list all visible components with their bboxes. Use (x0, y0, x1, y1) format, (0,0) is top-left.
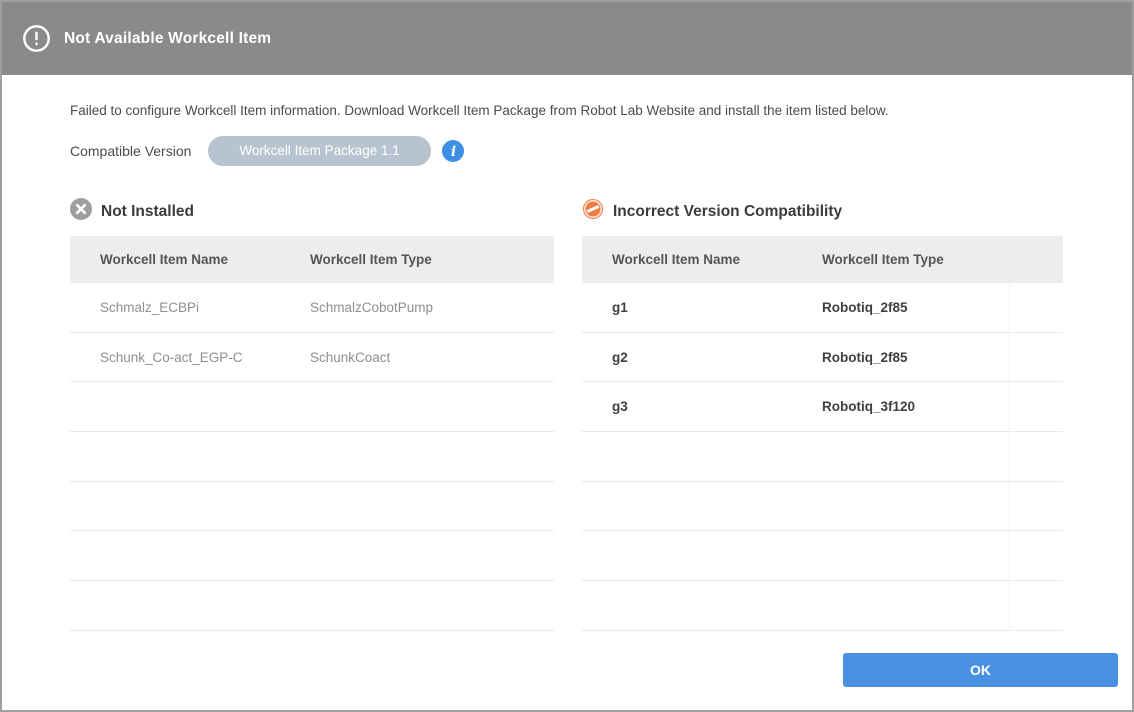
empty-table-row (582, 482, 1063, 532)
item-name-cell: Schmalz_ECBPi (70, 300, 310, 315)
item-name-cell: g2 (582, 350, 822, 365)
table-header-row: Workcell Item Name Workcell Item Type (582, 236, 1063, 283)
empty-table-row (70, 581, 554, 631)
empty-table-row (582, 581, 1063, 631)
dialog-footer: OK (2, 653, 1118, 687)
incorrect-version-panel: Incorrect Version Compatibility Workcell… (582, 198, 1063, 631)
table-row: Schunk_Co-act_EGP-C SchunkCoact (70, 333, 554, 383)
item-type-cell: SchmalzCobotPump (310, 300, 554, 315)
package-version-badge: Workcell Item Package 1.1 (208, 136, 430, 166)
item-name-cell: Schunk_Co-act_EGP-C (70, 350, 310, 365)
compatible-version-row: Compatible Version Workcell Item Package… (70, 136, 1132, 166)
item-type-cell: Robotiq_2f85 (822, 300, 1063, 315)
incorrect-version-header: Incorrect Version Compatibility (582, 198, 1063, 225)
table-row: g3 Robotiq_3f120 (582, 382, 1063, 432)
empty-table-row (70, 382, 554, 432)
info-icon[interactable]: i (442, 140, 464, 162)
item-name-cell: g1 (582, 300, 822, 315)
column-header-item-type: Workcell Item Type (822, 252, 1063, 267)
table-row: Schmalz_ECBPi SchmalzCobotPump (70, 283, 554, 333)
not-installed-panel: Not Installed Workcell Item Name Workcel… (70, 198, 554, 631)
block-circle-icon (582, 198, 604, 225)
dialog-titlebar: Not Available Workcell Item (2, 2, 1132, 75)
dialog-message: Failed to configure Workcell Item inform… (70, 103, 1062, 118)
compatible-version-label: Compatible Version (70, 143, 191, 159)
tables-container: Not Installed Workcell Item Name Workcel… (70, 198, 1132, 631)
column-header-item-name: Workcell Item Name (582, 252, 822, 267)
empty-table-row (70, 531, 554, 581)
empty-table-row (582, 531, 1063, 581)
dialog-title: Not Available Workcell Item (64, 30, 271, 48)
empty-table-row (70, 432, 554, 482)
item-name-cell: g3 (582, 399, 822, 414)
not-installed-header: Not Installed (70, 198, 554, 225)
item-type-cell: Robotiq_2f85 (822, 350, 1063, 365)
incorrect-version-title: Incorrect Version Compatibility (613, 203, 842, 221)
table-header-row: Workcell Item Name Workcell Item Type (70, 236, 554, 283)
column-header-item-type: Workcell Item Type (310, 252, 554, 267)
empty-table-row (582, 432, 1063, 482)
not-installed-table: Workcell Item Name Workcell Item Type Sc… (70, 236, 554, 631)
item-type-cell: SchunkCoact (310, 350, 554, 365)
alert-circle-icon (22, 24, 51, 53)
table-row: g2 Robotiq_2f85 (582, 333, 1063, 383)
incorrect-version-table: Workcell Item Name Workcell Item Type g1… (582, 236, 1063, 631)
svg-text:i: i (451, 144, 456, 160)
item-type-cell: Robotiq_3f120 (822, 399, 1063, 414)
ok-button[interactable]: OK (843, 653, 1118, 687)
column-header-item-name: Workcell Item Name (70, 252, 310, 267)
not-available-workcell-item-dialog: Not Available Workcell Item Failed to co… (0, 0, 1134, 712)
x-circle-icon (70, 198, 92, 225)
empty-table-row (70, 482, 554, 532)
not-installed-title: Not Installed (101, 203, 194, 221)
table-row: g1 Robotiq_2f85 (582, 283, 1063, 333)
